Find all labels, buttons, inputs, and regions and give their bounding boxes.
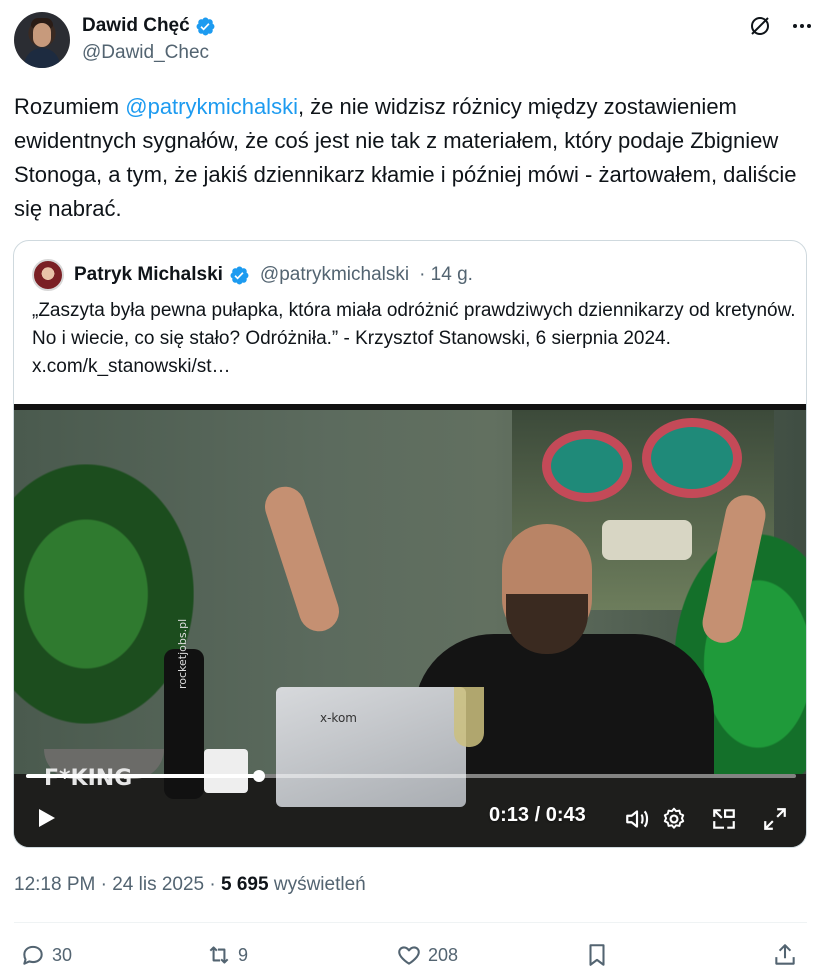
quoted-tweet-age[interactable]: · 14 g. — [419, 264, 473, 286]
top-actions — [748, 14, 814, 38]
views-label: wyświetleń — [268, 874, 366, 895]
picture-in-picture-icon[interactable] — [711, 806, 737, 832]
tweet-date[interactable]: 24 lis 2025 — [112, 874, 204, 895]
video-laptop: x-kom — [276, 687, 466, 807]
quoted-author-handle[interactable]: @patrykmichalski — [260, 264, 409, 286]
volume-icon[interactable] — [624, 806, 650, 832]
author-display-name[interactable]: Dawid Chęć — [82, 15, 190, 37]
quoted-tweet-header: Patryk Michalski @patrykmichalski · 14 g… — [32, 259, 473, 291]
reply-icon — [23, 945, 43, 965]
tweet-body: Rozumiem @patrykmichalski, że nie widzis… — [14, 90, 804, 226]
video-glass — [454, 687, 484, 747]
tweet-header: Dawid Chęć @Dawid_Chec — [14, 12, 814, 72]
mention-link[interactable]: @patrykmichalski — [125, 94, 298, 119]
verified-badge-icon — [196, 17, 215, 35]
video-time: 0:13 / 0:43 — [489, 804, 586, 826]
meta-separator: · — [95, 874, 113, 895]
verified-badge-icon — [230, 266, 249, 284]
author-avatar[interactable] — [14, 12, 70, 68]
like-button[interactable]: 208 — [396, 942, 458, 968]
video-progress-fill — [26, 774, 259, 778]
reply-count: 30 — [52, 944, 73, 965]
video-bottle-text: rocketjobs.pl — [176, 618, 189, 689]
grok-icon[interactable] — [748, 14, 772, 38]
tweet-meta: 12:18 PM · 24 lis 2025 · 5 695 wyświetle… — [14, 874, 366, 896]
share-button[interactable] — [772, 942, 798, 968]
more-options-icon[interactable] — [790, 14, 814, 38]
video-progress-handle[interactable] — [252, 770, 265, 782]
tweet-actions: 30 9 208 — [14, 938, 807, 974]
fullscreen-icon[interactable] — [762, 806, 788, 832]
repost-button[interactable]: 9 — [206, 942, 248, 968]
quoted-tweet-text: „Zaszyta była pewna pułapka, która miała… — [32, 300, 796, 377]
quoted-tweet[interactable]: Patryk Michalski @patrykmichalski · 14 g… — [13, 240, 807, 848]
video-player[interactable]: F*KING rocketjobs.pl x-kom 0:13 / 0:43 — [14, 404, 806, 847]
quoted-author-avatar[interactable] — [32, 259, 64, 291]
author-info: Dawid Chęć @Dawid_Chec — [82, 15, 216, 64]
share-icon — [775, 944, 795, 965]
views-count[interactable]: 5 695 — [221, 874, 269, 895]
reply-button[interactable]: 30 — [20, 942, 72, 968]
tweet-text-prefix: Rozumiem — [14, 94, 126, 119]
repost-icon — [209, 946, 229, 964]
quoted-author-name[interactable]: Patryk Michalski — [74, 264, 223, 286]
divider — [14, 922, 807, 923]
author-display-name-row[interactable]: Dawid Chęć — [82, 15, 216, 37]
repost-count: 9 — [238, 944, 249, 965]
meta-separator: · — [204, 874, 222, 895]
like-count: 208 — [428, 944, 459, 965]
video-controls: 0:13 / 0:43 — [14, 794, 806, 844]
bookmark-button[interactable] — [584, 942, 610, 968]
tweet-time[interactable]: 12:18 PM — [14, 874, 95, 895]
video-laptop-brand: x-kom — [320, 711, 357, 725]
play-icon[interactable] — [34, 806, 58, 830]
video-mug — [204, 749, 248, 793]
video-cap-text: F*KING — [44, 766, 133, 791]
video-progress-bar[interactable] — [26, 770, 796, 782]
heart-icon — [398, 946, 420, 965]
settings-gear-icon[interactable] — [661, 806, 687, 832]
bookmark-icon — [589, 944, 605, 966]
author-handle[interactable]: @Dawid_Chec — [82, 42, 216, 64]
